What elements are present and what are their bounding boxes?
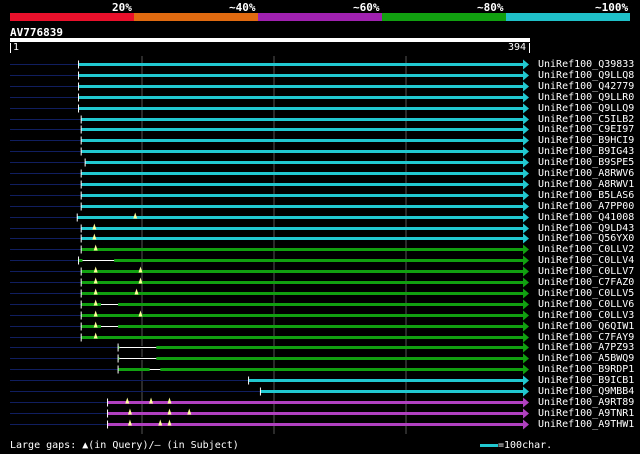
hit-label[interactable]: UniRef100_C0LLV4 [538, 255, 634, 266]
query-gap-marker [167, 397, 172, 404]
hit-arrow [523, 114, 529, 125]
hit-label[interactable]: UniRef100_Q6QIW1 [538, 321, 634, 332]
hit-arrow [523, 59, 529, 70]
hit-arrow [523, 146, 529, 157]
hit-arrow [523, 92, 529, 103]
hit-label[interactable]: UniRef100_A5BWQ9 [538, 353, 634, 364]
query-gap-marker [138, 310, 143, 317]
hit-label[interactable]: UniRef100_C0LLV3 [538, 310, 634, 321]
blast-overview-panel: 20% ~40% ~60% ~80% ~100% AV776839 1 394 … [0, 0, 640, 454]
hit-label[interactable]: UniRef100_C9EI97 [538, 124, 634, 135]
hit-label[interactable]: UniRef100_C7FAZ0 [538, 277, 634, 288]
hit-label[interactable]: UniRef100_Q41008 [538, 212, 634, 223]
hit-arrow [523, 277, 529, 288]
hit-arrow [523, 342, 529, 353]
query-gap-marker [93, 277, 98, 284]
hit-label[interactable]: UniRef100_B9ICB1 [538, 375, 634, 386]
hit-arrow [523, 190, 529, 201]
query-gap-marker [93, 244, 98, 251]
query-gap-marker [138, 266, 143, 273]
query-gap-marker [92, 233, 97, 240]
hit-arrow [523, 353, 529, 364]
hit-arrow [523, 157, 529, 168]
hit-arrow [523, 233, 529, 244]
hit-label[interactable]: UniRef100_A9TNR1 [538, 408, 634, 419]
hit-label[interactable]: UniRef100_B5LAS6 [538, 190, 634, 201]
hit-arrow [523, 124, 529, 135]
query-gap-marker [93, 266, 98, 273]
hit-arrow [523, 375, 529, 386]
hit-arrow [523, 135, 529, 146]
hit-label[interactable]: UniRef100_B9HCI9 [538, 135, 634, 146]
query-gap-marker [127, 408, 132, 415]
hit-arrow [523, 321, 529, 332]
hit-label[interactable]: UniRef100_Q9MBB4 [538, 386, 634, 397]
hit-label[interactable]: UniRef100_C0LLV5 [538, 288, 634, 299]
query-gap-marker [158, 419, 163, 426]
query-gap-marker [133, 212, 138, 219]
hit-label[interactable]: UniRef100_A8RWV1 [538, 179, 634, 190]
query-gap-marker [149, 397, 154, 404]
hit-arrow [523, 70, 529, 81]
hit-arrow [523, 266, 529, 277]
hit-arrow [523, 364, 529, 375]
hit-label[interactable]: UniRef100_B9IG43 [538, 146, 634, 157]
scale-label: =100char. [498, 440, 553, 451]
hit-label[interactable]: UniRef100_B9RDP1 [538, 364, 634, 375]
query-gap-marker [138, 277, 143, 284]
hit-arrow [523, 299, 529, 310]
hit-arrow [523, 397, 529, 408]
hit-arrow [523, 332, 529, 343]
query-gap-marker [92, 223, 97, 230]
hit-arrow [523, 103, 529, 114]
hit-arrow [523, 201, 529, 212]
hit-label[interactable]: UniRef100_Q56YX0 [538, 233, 634, 244]
hit-arrow [523, 179, 529, 190]
hit-arrow [523, 81, 529, 92]
hit-arrow [523, 310, 529, 321]
query-gap-marker [167, 408, 172, 415]
hit-label[interactable]: UniRef100_A7PZ93 [538, 342, 634, 353]
hit-label[interactable]: UniRef100_A9THW1 [538, 419, 634, 430]
query-gap-marker [127, 419, 132, 426]
query-gap-marker [93, 299, 98, 306]
scale-bar [480, 444, 498, 447]
hit-label[interactable]: UniRef100_C0LLV7 [538, 266, 634, 277]
query-gap-marker [167, 419, 172, 426]
query-gap-marker [134, 288, 139, 295]
hit-label[interactable]: UniRef100_Q9LLR0 [538, 92, 634, 103]
hit-label[interactable]: UniRef100_Q9LLQ9 [538, 103, 634, 114]
hit-label[interactable]: UniRef100_Q39833 [538, 59, 634, 70]
hit-arrow [523, 223, 529, 234]
query-gap-marker [125, 397, 130, 404]
hit-label[interactable]: UniRef100_B9SPE5 [538, 157, 634, 168]
query-gap-marker [93, 321, 98, 328]
hit-arrow [523, 212, 529, 223]
hit-arrow [523, 168, 529, 179]
footer-gaps-legend: Large gaps: ▲(in Query)/— (in Subject) [10, 440, 239, 451]
hit-arrow [523, 255, 529, 266]
hit-label[interactable]: UniRef100_A7PP00 [538, 201, 634, 212]
hit-label[interactable]: UniRef100_Q42779 [538, 81, 634, 92]
hit-label[interactable]: UniRef100_Q9LLQ8 [538, 70, 634, 81]
hit-arrow [523, 244, 529, 255]
hit-label[interactable]: UniRef100_A9RT89 [538, 397, 634, 408]
query-gap-marker [93, 332, 98, 339]
hit-label[interactable]: UniRef100_C0LLV6 [538, 299, 634, 310]
hit-label[interactable]: UniRef100_A8RWV6 [538, 168, 634, 179]
query-gap-marker [93, 288, 98, 295]
query-gap-marker [187, 408, 192, 415]
query-gap-marker [93, 310, 98, 317]
hit-arrow [523, 386, 529, 397]
hit-label[interactable]: UniRef100_C0LLV2 [538, 244, 634, 255]
hit-arrow [523, 419, 529, 430]
hit-arrow [523, 288, 529, 299]
hit-arrow [523, 408, 529, 419]
